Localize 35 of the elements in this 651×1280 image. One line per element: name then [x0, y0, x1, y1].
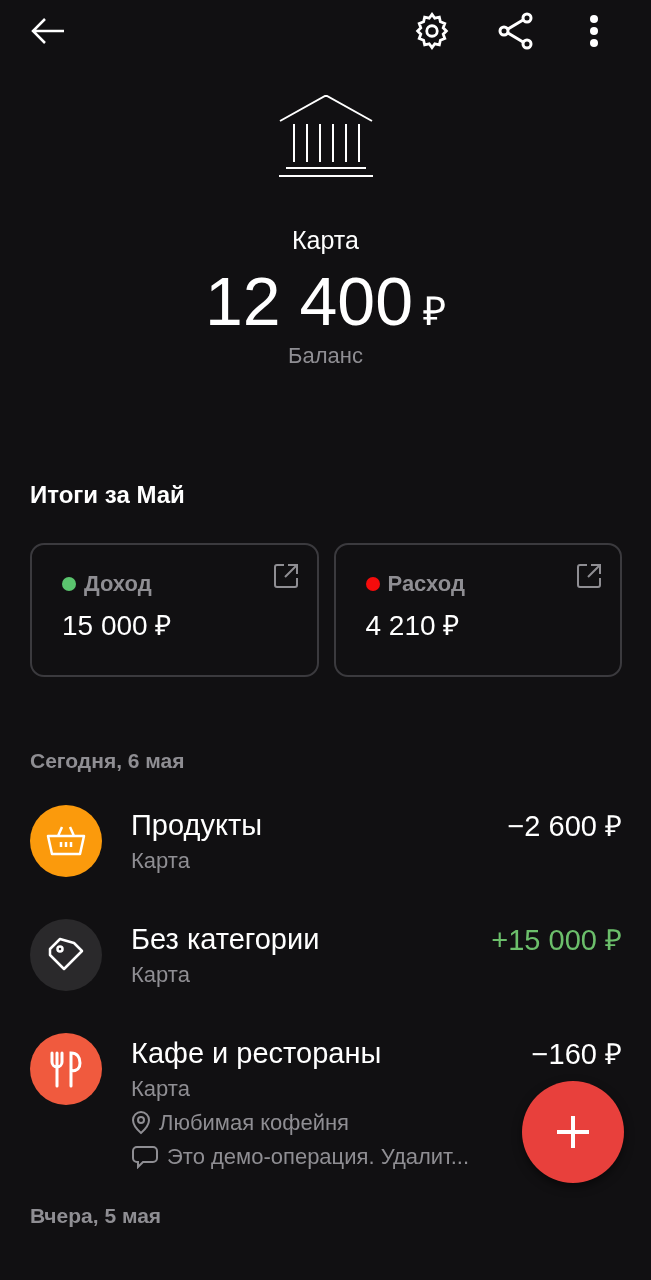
comment-icon [131, 1145, 159, 1169]
category-name: Без категории [131, 923, 320, 956]
currency-sign: ₽ [423, 288, 446, 335]
basket-icon [46, 824, 86, 858]
bank-icon [277, 94, 374, 180]
summary-card[interactable]: Расход 4 210 ₽ [333, 543, 622, 677]
account-name: Карта [131, 962, 191, 988]
card-label: Расход [387, 571, 465, 597]
date-header: Вчера, 5 мая [30, 1204, 163, 1228]
account-name: Карта [131, 848, 191, 874]
account-name: Карта [131, 1076, 191, 1102]
summary-title: Итоги за Май [30, 481, 186, 509]
summary-card[interactable]: Доход 15 000 ₽ [30, 543, 319, 677]
transaction-amount: −2 600 ₽ [507, 809, 622, 844]
transaction-amount: −160 ₽ [531, 1037, 622, 1072]
card-amount: 15 000 ₽ [62, 609, 173, 643]
category-name: Кафе и рестораны [131, 1037, 382, 1070]
account-name: Карта [292, 226, 359, 255]
more-button[interactable] [589, 14, 599, 48]
card-label: Доход [84, 571, 152, 597]
cutlery-icon [49, 1050, 83, 1088]
back-button[interactable] [30, 17, 66, 45]
card-amount: 4 210 ₽ [365, 609, 461, 643]
balance-label: Баланс [288, 343, 363, 369]
share-button[interactable] [497, 12, 535, 50]
plus-icon [556, 1115, 590, 1149]
location-pin-icon [131, 1111, 151, 1135]
open-external-icon[interactable] [576, 563, 602, 589]
category-name: Продукты [131, 809, 263, 842]
transaction-amount: +15 000 ₽ [491, 923, 622, 958]
place-name: Любимая кофейня [159, 1110, 349, 1136]
open-external-icon[interactable] [272, 563, 299, 589]
balance-amount: 12 400 [205, 267, 413, 335]
note-text: Это демо-операция. Удалит... [167, 1144, 470, 1170]
date-header: Сегодня, 6 мая [30, 749, 186, 773]
